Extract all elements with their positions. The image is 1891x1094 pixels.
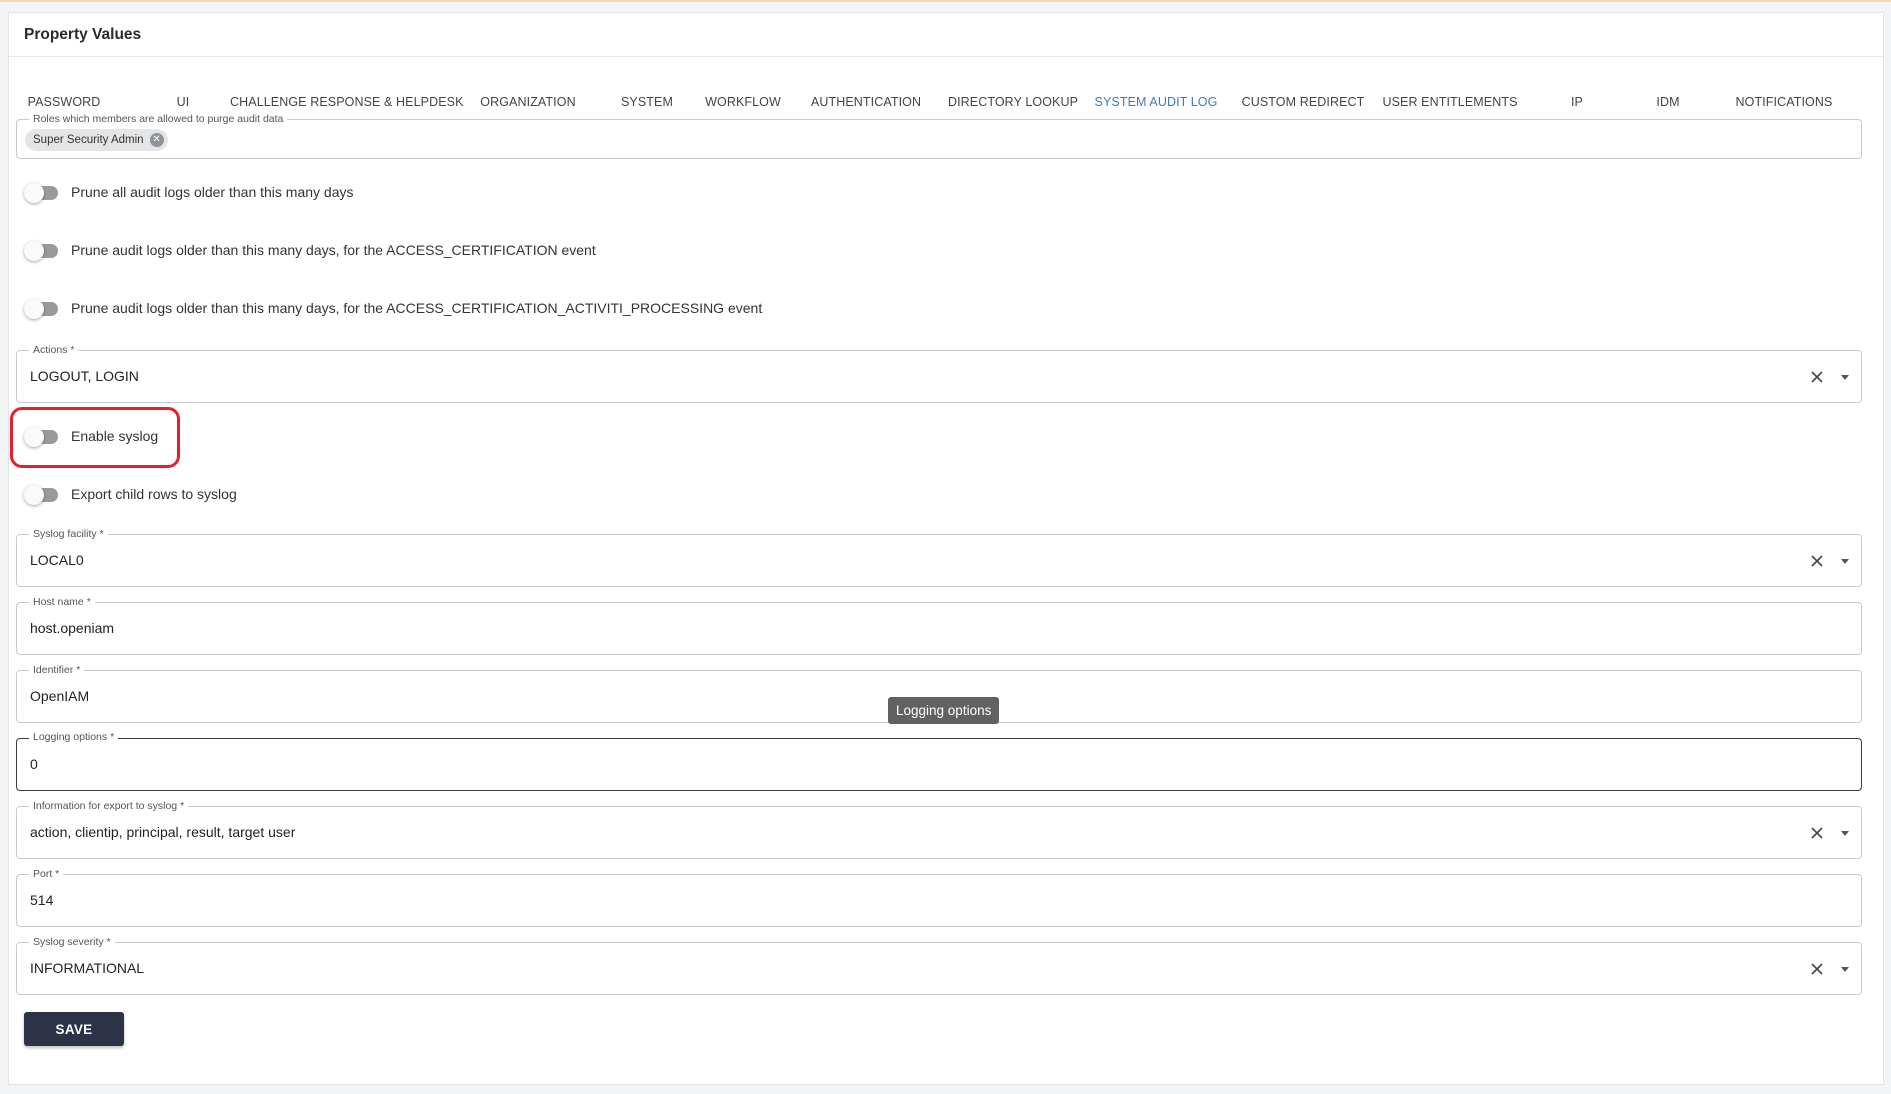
export-info-select[interactable]: Information for export to syslog * actio…: [16, 799, 1862, 859]
port-value: 514: [30, 892, 54, 908]
prune-access-cert-activiti-toggle[interactable]: [24, 299, 58, 319]
logging-options-label: Logging options *: [29, 730, 119, 744]
chevron-down-icon[interactable]: [1841, 559, 1849, 564]
host-name-label: Host name *: [29, 595, 95, 609]
role-chip: Super Security Admin ✕: [25, 129, 168, 151]
syslog-facility-label: Syslog facility *: [29, 527, 108, 541]
prune-access-cert-label: Prune audit logs older than this many da…: [71, 242, 596, 258]
page-title: Property Values: [24, 26, 142, 43]
chevron-down-icon[interactable]: [1841, 831, 1849, 836]
purge-roles-label: Roles which members are allowed to purge…: [29, 112, 288, 126]
identifier-label: Identifier *: [29, 663, 85, 677]
syslog-facility-select[interactable]: Syslog facility * LOCAL0: [16, 527, 1862, 587]
logging-options-tooltip: Logging options: [888, 697, 1000, 724]
actions-value: LOGOUT, LOGIN: [30, 368, 139, 384]
syslog-severity-select[interactable]: Syslog severity * INFORMATIONAL: [16, 935, 1862, 995]
purge-roles-field[interactable]: Roles which members are allowed to purge…: [16, 112, 1862, 159]
syslog-severity-value: INFORMATIONAL: [30, 960, 145, 976]
port-field[interactable]: Port * 514: [16, 867, 1862, 927]
clear-icon[interactable]: [1809, 825, 1825, 841]
syslog-severity-label: Syslog severity *: [29, 935, 115, 949]
host-name-field[interactable]: Host name * host.openiam: [16, 595, 1862, 655]
port-label: Port *: [29, 867, 64, 881]
prune-access-cert-activiti-label: Prune audit logs older than this many da…: [71, 300, 763, 316]
enable-syslog-label: Enable syslog: [71, 428, 159, 444]
export-child-rows-label: Export child rows to syslog: [71, 486, 237, 502]
prune-all-label: Prune all audit logs older than this man…: [71, 184, 354, 200]
clear-icon[interactable]: [1809, 961, 1825, 977]
enable-syslog-toggle[interactable]: [24, 427, 58, 447]
chevron-down-icon[interactable]: [1841, 967, 1849, 972]
actions-select[interactable]: Actions * LOGOUT, LOGIN: [16, 343, 1862, 403]
prune-all-toggle[interactable]: [24, 183, 58, 203]
actions-label: Actions *: [29, 343, 79, 357]
export-info-value: action, clientip, principal, result, tar…: [30, 824, 296, 840]
save-button[interactable]: SAVE: [24, 1012, 124, 1046]
logging-options-value: 0: [30, 756, 38, 772]
card-header: Property Values: [9, 13, 1883, 57]
export-info-label: Information for export to syslog *: [29, 799, 189, 813]
role-chip-label: Super Security Admin: [33, 134, 144, 146]
top-accent-line: [0, 0, 1891, 2]
prune-access-cert-toggle[interactable]: [24, 241, 58, 261]
identifier-value: OpenIAM: [30, 688, 90, 704]
chip-remove-icon[interactable]: ✕: [149, 133, 164, 147]
clear-icon[interactable]: [1809, 369, 1825, 385]
host-name-value: host.openiam: [30, 620, 115, 636]
syslog-facility-value: LOCAL0: [30, 552, 84, 568]
clear-icon[interactable]: [1809, 553, 1825, 569]
chevron-down-icon[interactable]: [1841, 375, 1849, 380]
export-child-rows-toggle[interactable]: [24, 485, 58, 505]
logging-options-field[interactable]: Logging options * 0: [16, 730, 1862, 791]
